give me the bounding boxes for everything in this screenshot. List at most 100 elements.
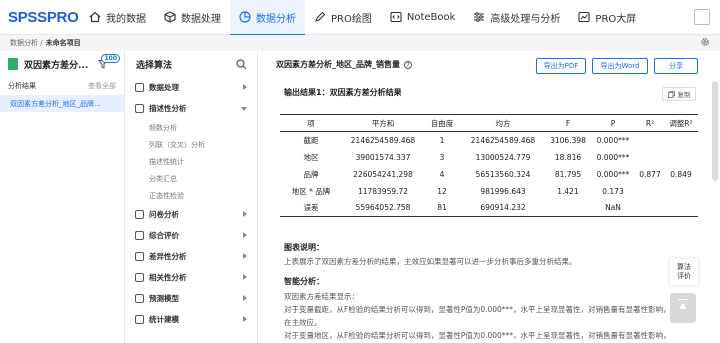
view-all-link[interactable]: 查看全部 — [88, 81, 116, 91]
category-correlation[interactable]: 相关性分析 — [125, 267, 257, 288]
breadcrumb-parent[interactable]: 数据分析 / — [10, 38, 43, 48]
results-panel: 双因素方差分... 100 分析结果 查看全部 双因素方差分析_地区_品牌... — [0, 51, 125, 343]
table-row: 地区 * 品牌 11783959.72 12 981996.643 1.421 … — [280, 183, 698, 200]
cell: 0.000*** — [596, 169, 630, 179]
anova-table: 项 平方和 自由度 均方 F P R² 调整R² 截距 2146254589.4… — [280, 114, 698, 217]
cell: 12 — [437, 186, 447, 196]
cell: 1 — [439, 135, 445, 145]
table-row: 截距 2146254589.468 1 2146254589.468 3106.… — [280, 131, 698, 217]
algorithm-normality-test[interactable]: 正态性检验 — [125, 187, 257, 204]
cell: 226054241.298 — [353, 169, 413, 179]
result-item-label: 双因素方差分析_地区_品牌... — [10, 99, 101, 108]
nav-data-processing[interactable]: 数据处理 — [155, 0, 230, 35]
share-button[interactable]: 分享 — [654, 58, 698, 74]
copy-button[interactable]: 复制 — [662, 87, 696, 101]
chevron-right-icon — [243, 295, 247, 301]
nav-pro-screen[interactable]: PRO大屏 — [569, 0, 645, 35]
app-window: SPSSPRO 我的数据 数据处理 数据分析 PRO绘图 NoteBook 高级… — [0, 0, 720, 343]
home-icon — [89, 11, 101, 23]
category-label: 综合评价 — [149, 231, 179, 240]
category-data-processing[interactable]: 数据处理 — [125, 77, 257, 98]
export-word-button[interactable]: 导出为Word — [592, 58, 648, 74]
cell — [546, 199, 590, 217]
logo[interactable]: SPSSPRO — [0, 9, 80, 26]
nav-pro-draw[interactable]: PRO绘图 — [305, 0, 381, 35]
result-item[interactable]: 双因素方差分析_地区_品牌... — [0, 95, 124, 112]
back-to-top-button[interactable] — [670, 293, 696, 323]
nav-label: 高级处理与分析 — [490, 13, 561, 25]
chevron-right-icon — [243, 211, 247, 217]
cell: 0.000*** — [596, 135, 630, 145]
col-header-f: F — [546, 114, 590, 132]
side-button-line: 算法 — [677, 263, 691, 271]
cell: NaN — [590, 199, 636, 217]
category-descriptive[interactable]: 描述性分析 — [125, 98, 257, 119]
algorithm-crosstab[interactable]: 列联（交叉）分析 — [125, 136, 257, 153]
category-difference[interactable]: 差异性分析 — [125, 246, 257, 267]
breadcrumb-current: 未命名项目 — [45, 39, 81, 47]
cell: 3106.398 — [550, 135, 586, 145]
breadcrumb: 数据分析 / 未命名项目 — [0, 35, 720, 51]
logo-text-spss: SPSS — [8, 8, 47, 26]
sliders-icon — [474, 12, 485, 22]
scrollbar[interactable] — [712, 81, 718, 181]
col-header-p: P — [590, 114, 636, 132]
cell: 56513560.324 — [475, 169, 531, 179]
category-evaluation[interactable]: 综合评价 — [125, 225, 257, 246]
cell: 0.173 — [602, 186, 624, 196]
cell: 690914.232 — [460, 199, 546, 217]
cell: 81.795 — [554, 169, 582, 179]
top-nav: SPSSPRO 我的数据 数据处理 数据分析 PRO绘图 NoteBook 高级… — [0, 0, 720, 36]
nav-label: 我的数据 — [106, 13, 146, 25]
algorithm-panel: 选择算法 数据处理 描述性分析 频数分析 列联（交叉）分析 描述性统计 分类汇总… — [125, 51, 258, 343]
nav-label: PRO大屏 — [595, 13, 637, 25]
category-label: 相关性分析 — [149, 273, 187, 282]
nav-notebook[interactable]: NoteBook — [381, 0, 465, 35]
main-content: 双因素方差分析_地区_品牌_销售量? 导出为PDF 导出为Word 分享 输出结… — [258, 51, 720, 343]
user-menu-icon[interactable] — [694, 9, 710, 25]
algorithm-frequency[interactable]: 频数分析 — [125, 119, 257, 136]
logo-text-pro: PRO — [46, 8, 79, 26]
cell: 11783959.72 — [357, 186, 409, 196]
cell: 3 — [439, 152, 445, 162]
cube-icon — [164, 11, 176, 23]
smart-analysis-line: 对于变量地区，从F检验的结果分析可以得到，显著性P值为0.000***，水平上呈… — [284, 331, 669, 340]
smart-analysis-title: 智能分析： — [284, 277, 324, 286]
category-icon — [135, 315, 144, 324]
nav-data-analysis[interactable]: 数据分析 — [230, 0, 305, 36]
cell: 地区 * 品牌 — [291, 186, 331, 196]
algorithm-descriptive-stats[interactable]: 描述性统计 — [125, 153, 257, 170]
nav-label: 数据处理 — [181, 13, 221, 25]
algorithm-label: 频数分析 — [149, 123, 177, 132]
category-label: 描述性分析 — [149, 104, 187, 113]
algorithm-label: 分类汇总 — [149, 174, 177, 183]
file-name[interactable]: 双因素方差分... — [24, 58, 88, 71]
category-questionnaire[interactable]: 问卷分析 — [125, 204, 257, 225]
page-title-text: 双因素方差分析_地区_品牌_销售量 — [276, 60, 400, 69]
category-statistical-modeling[interactable]: 统计建模 — [125, 309, 257, 330]
algorithm-header: 选择算法 — [125, 51, 257, 77]
table-row: 品牌 226054241.298 4 56513560.324 81.795 0… — [280, 166, 698, 183]
algorithm-evaluation-button[interactable]: 算法 评价 — [670, 259, 698, 285]
search-icon[interactable] — [236, 59, 247, 70]
category-icon — [135, 294, 144, 303]
export-pdf-button[interactable]: 导出为PDF — [536, 58, 586, 74]
category-icon — [135, 252, 144, 261]
category-prediction[interactable]: 预测模型 — [125, 288, 257, 309]
gear-icon[interactable] — [700, 37, 710, 47]
col-header-ms: 均方 — [460, 114, 546, 132]
cell: 0.000*** — [596, 152, 630, 162]
col-header-ss: 平方和 — [342, 114, 424, 132]
file-header: 双因素方差分... 100 — [0, 51, 124, 77]
category-label: 问卷分析 — [149, 210, 179, 219]
nav-my-data[interactable]: 我的数据 — [80, 0, 155, 35]
results-label: 分析结果 — [8, 82, 36, 90]
category-icon — [135, 273, 144, 282]
nav-label: 数据分析 — [256, 13, 296, 25]
nav-advanced[interactable]: 高级处理与分析 — [464, 0, 569, 35]
nav-label: NoteBook — [406, 11, 456, 23]
help-icon[interactable]: ? — [404, 60, 412, 69]
algorithm-group-summary[interactable]: 分类汇总 — [125, 170, 257, 187]
cell: 截距 — [303, 135, 319, 145]
cell: 13000524.779 — [475, 152, 531, 162]
